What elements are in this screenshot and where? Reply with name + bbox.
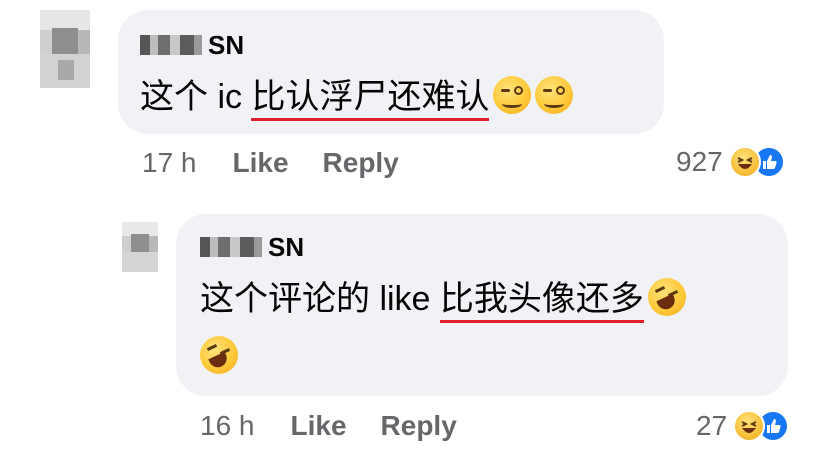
- like-button[interactable]: Like: [233, 147, 289, 179]
- comment-text-plain: 这个 ic: [140, 78, 252, 116]
- comment-author[interactable]: SN: [200, 232, 304, 262]
- reaction-count: 927: [676, 146, 723, 177]
- comment-timestamp[interactable]: 17 h: [142, 147, 197, 179]
- comment-text-plain: 这个评论的 like: [200, 280, 440, 318]
- author-name-redacted: [200, 237, 262, 257]
- author-name-suffix: SN: [208, 29, 245, 60]
- reaction-summary[interactable]: 927: [676, 146, 785, 178]
- reply-button[interactable]: Reply: [323, 147, 399, 179]
- comment-timestamp[interactable]: 16 h: [200, 410, 255, 442]
- comment-text-line-2: [200, 336, 238, 378]
- rolling-on-floor-laughing-icon: [647, 278, 686, 316]
- author-name-redacted: [140, 35, 202, 55]
- reply-button[interactable]: Reply: [381, 410, 457, 442]
- woozy-face-icon: [493, 76, 532, 114]
- comment-text-underlined: 比我头像还多: [439, 280, 644, 323]
- avatar[interactable]: [40, 10, 90, 88]
- avatar[interactable]: [122, 222, 158, 272]
- comment-author[interactable]: SN: [140, 30, 244, 60]
- like-button[interactable]: Like: [291, 410, 347, 442]
- reaction-summary[interactable]: 27: [696, 410, 790, 442]
- comment-text-underlined: 比认浮尸还难认: [251, 78, 490, 121]
- haha-icon: [733, 410, 766, 442]
- author-name-suffix: SN: [268, 231, 305, 262]
- haha-icon: [728, 146, 761, 178]
- rolling-on-floor-laughing-icon: [200, 336, 238, 374]
- reaction-count: 27: [696, 410, 728, 441]
- woozy-face-icon: [535, 76, 574, 114]
- comment-meta: 16 h Like Reply: [200, 410, 491, 442]
- comment-meta: 17 h Like Reply: [142, 147, 433, 179]
- comment-text: 这个评论的 like 比我头像还多: [200, 278, 686, 323]
- comment-text: 这个 ic 比认浮尸还难认: [140, 76, 574, 121]
